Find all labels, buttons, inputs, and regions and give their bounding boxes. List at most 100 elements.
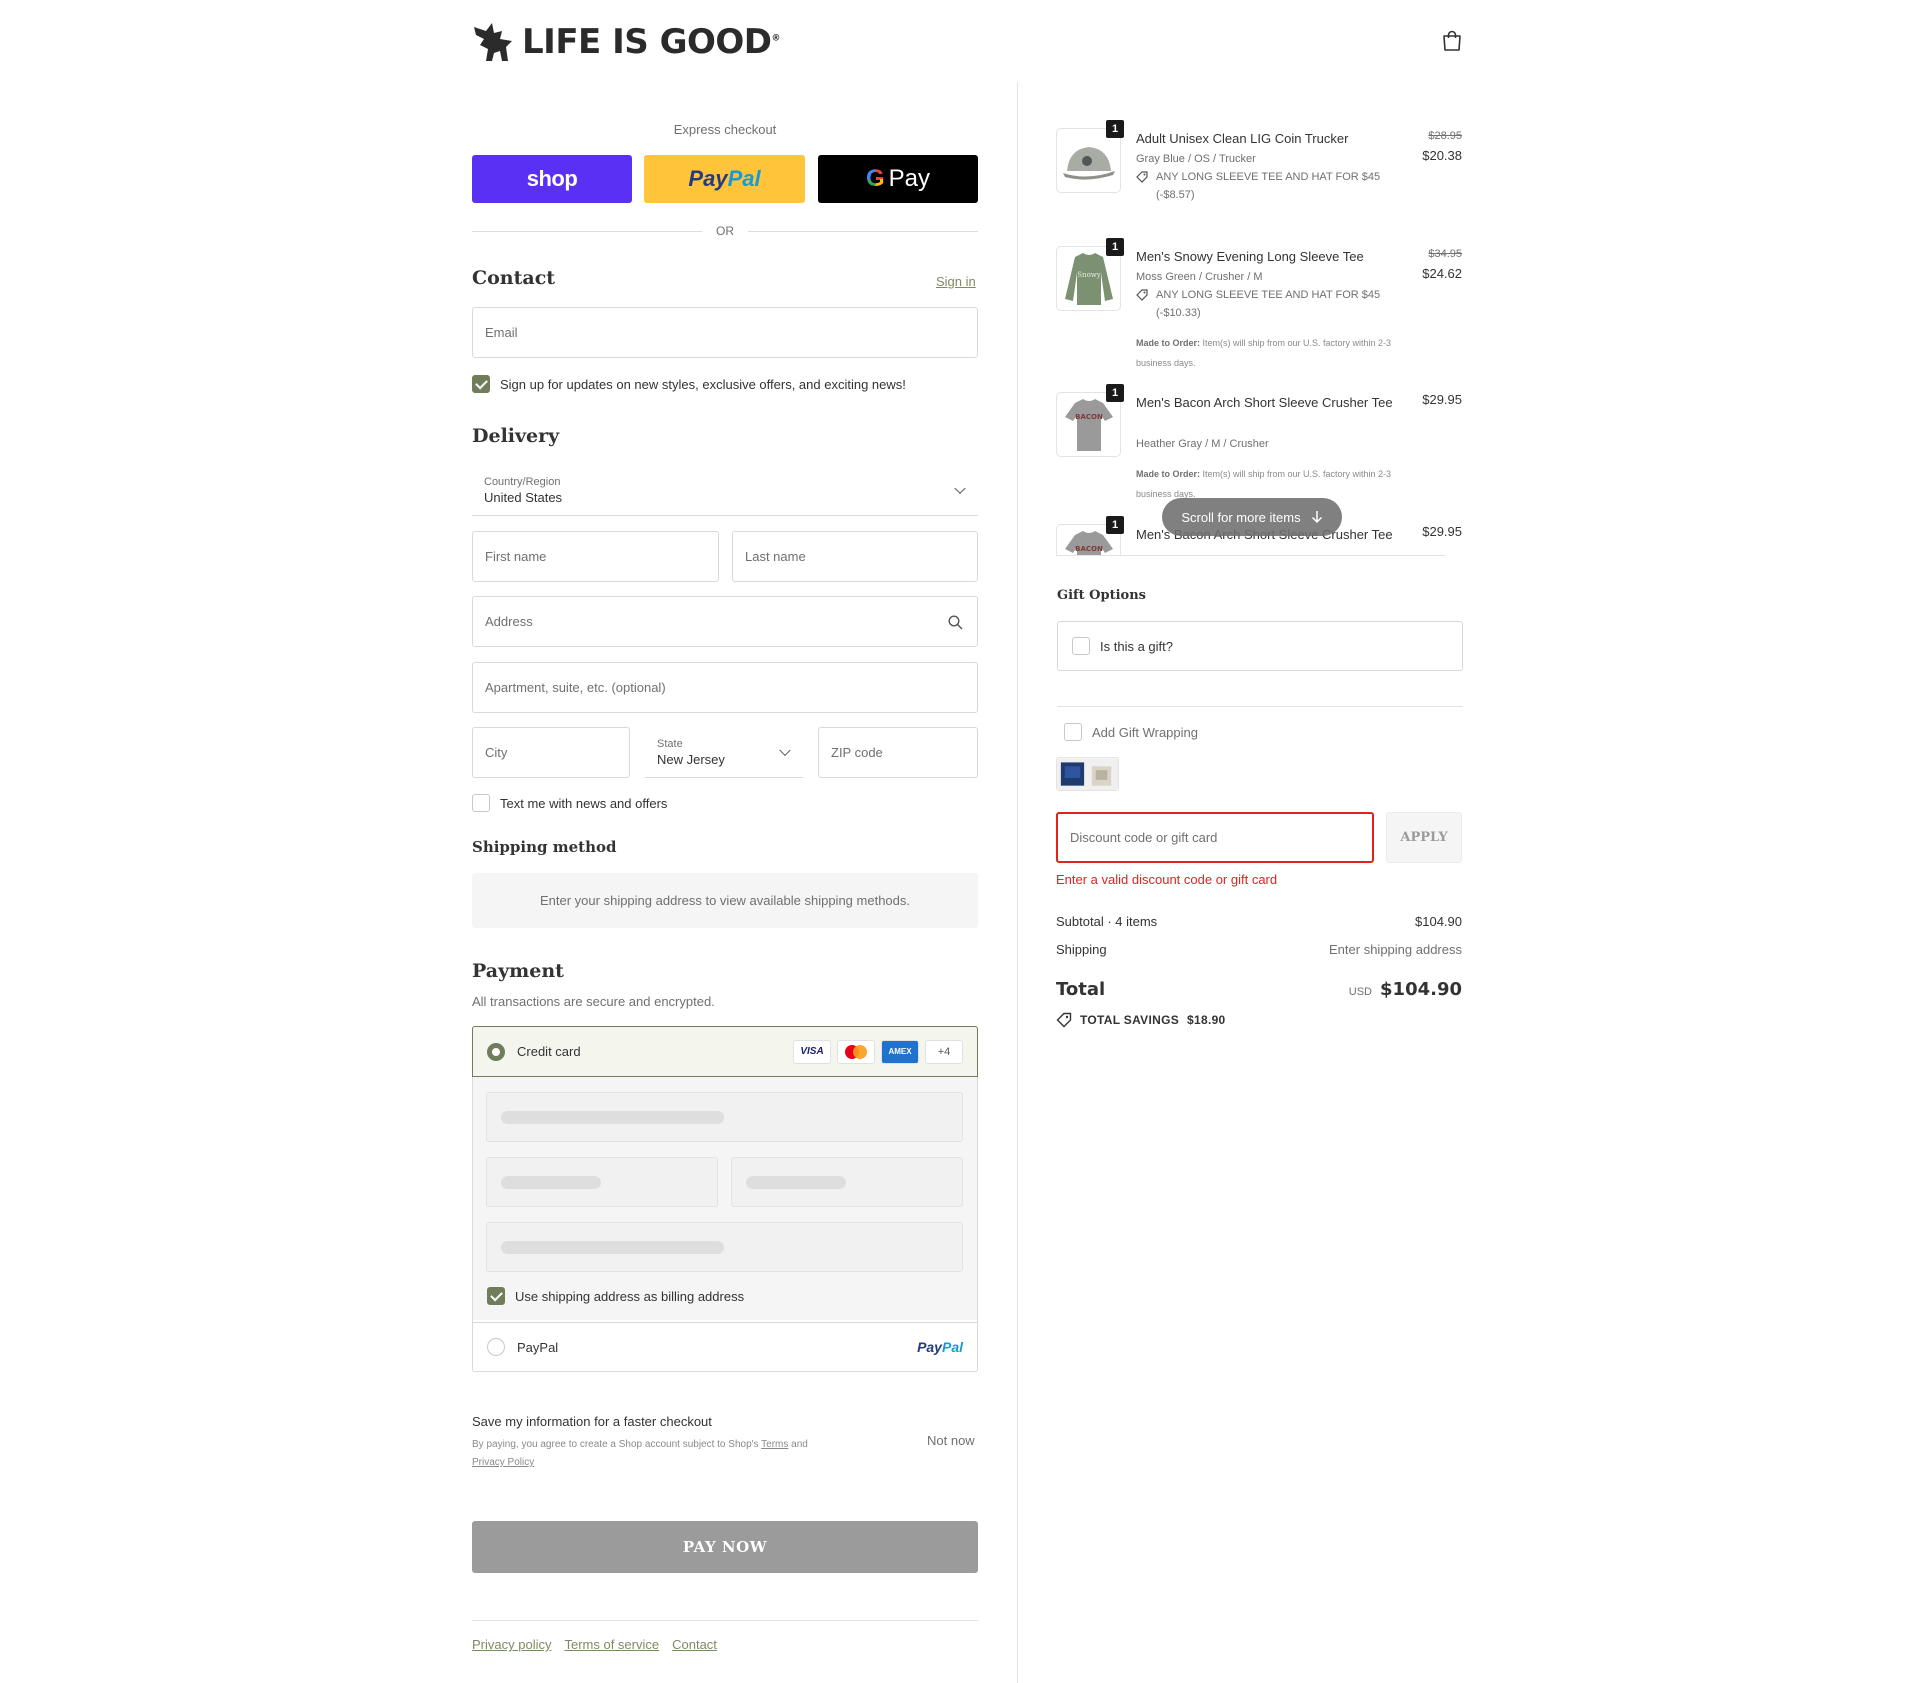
scroll-more-items-button[interactable]: Scroll for more items	[1162, 498, 1342, 536]
order-items-list[interactable]: 1 Adult Unisex Clean LIG Coin Trucker Gr…	[1056, 120, 1462, 555]
terms-of-service-link[interactable]: Terms of service	[564, 1637, 659, 1652]
footer-links: Privacy policy Terms of service Contact	[472, 1637, 717, 1652]
paypal-label: PayPal	[517, 1339, 559, 1355]
paypal-radio[interactable]	[487, 1338, 505, 1356]
arrow-down-icon	[1311, 511, 1322, 524]
state-select[interactable]: State New Jersey	[645, 727, 803, 778]
address-field[interactable]: Address	[472, 596, 978, 647]
pay-now-button[interactable]: PAY NOW	[472, 1521, 978, 1573]
paypal-option[interactable]: PayPal PayPal	[473, 1322, 977, 1371]
made-to-order-note: Made to Order: Item(s) will ship from ou…	[1136, 338, 1392, 368]
item-name: Adult Unisex Clean LIG Coin Trucker	[1136, 131, 1349, 146]
discount-error: Enter a valid discount code or gift card	[1056, 872, 1278, 887]
quantity-badge: 1	[1106, 516, 1124, 534]
sms-option[interactable]: Text me with news and offers	[472, 794, 667, 812]
shop-terms-link[interactable]: Terms	[761, 1439, 788, 1450]
shop-privacy-link[interactable]: Privacy Policy	[472, 1457, 534, 1468]
shipping-row: Shipping Enter shipping address	[1056, 942, 1462, 957]
newsletter-label: Sign up for updates on new styles, exclu…	[500, 376, 906, 392]
credit-card-label: Credit card	[517, 1044, 581, 1059]
credit-card-form: Use shipping address as billing address	[473, 1077, 977, 1320]
shipping-method-title: Shipping method	[472, 838, 617, 856]
item-variant: Moss Green / Crusher / M	[1136, 271, 1263, 283]
city-field[interactable]: City	[472, 727, 630, 778]
sms-checkbox[interactable]	[472, 794, 490, 812]
is-gift-checkbox[interactable]	[1072, 637, 1090, 655]
name-on-card-field[interactable]	[486, 1222, 963, 1272]
billing-same-label: Use shipping address as billing address	[515, 1288, 745, 1304]
google-g-icon: G	[865, 165, 885, 192]
security-code-field[interactable]	[731, 1157, 963, 1207]
dragon-logo-icon	[474, 23, 512, 61]
item-discount: ANY LONG SLEEVE TEE AND HAT FOR $45 (-$1…	[1136, 286, 1401, 322]
not-now-button[interactable]: Not now	[927, 1433, 975, 1448]
more-cards-badge: +4	[925, 1039, 963, 1064]
apartment-field[interactable]: Apartment, suite, etc. (optional)	[472, 662, 978, 713]
express-checkout-label: Express checkout	[673, 122, 777, 137]
item-original-price: $28.95	[1428, 130, 1462, 142]
save-info-terms: By paying, you agree to create a Shop ac…	[472, 1439, 808, 1468]
save-info-title: Save my information for a faster checkou…	[472, 1414, 712, 1429]
item-name: Men's Snowy Evening Long Sleeve Tee	[1136, 249, 1364, 264]
first-name-field[interactable]: First name	[472, 531, 719, 582]
column-divider	[1017, 82, 1018, 1683]
item-variant: Gray Blue / OS / Trucker	[1136, 153, 1256, 165]
amex-icon: AMEX	[881, 1039, 919, 1064]
billing-same-checkbox[interactable]	[487, 1287, 505, 1305]
item-original-price: $34.95	[1428, 248, 1462, 260]
last-name-field[interactable]: Last name	[732, 531, 978, 582]
email-field[interactable]: Email	[472, 307, 978, 358]
gift-wrap-label: Add Gift Wrapping	[1092, 724, 1198, 740]
billing-same-option[interactable]: Use shipping address as billing address	[487, 1287, 744, 1305]
svg-text:Snowy: Snowy	[1077, 271, 1101, 279]
gift-wrap-image	[1056, 757, 1119, 791]
brand-name: LIFE IS GOOD®	[522, 22, 781, 62]
privacy-policy-link[interactable]: Privacy policy	[472, 1637, 551, 1652]
country-select[interactable]: Country/Region United States	[472, 465, 978, 516]
item-name: Men's Bacon Arch Short Sleeve Crusher Te…	[1136, 395, 1393, 410]
is-gift-option[interactable]: Is this a gift?	[1057, 621, 1463, 671]
newsletter-option[interactable]: Sign up for updates on new styles, exclu…	[472, 375, 906, 393]
apply-discount-button[interactable]: APPLY	[1386, 812, 1462, 863]
zip-field[interactable]: ZIP code	[818, 727, 978, 778]
is-gift-label: Is this a gift?	[1100, 638, 1173, 654]
item-discount: ANY LONG SLEEVE TEE AND HAT FOR $45 (-$8…	[1136, 168, 1401, 204]
or-divider: OR	[472, 222, 978, 240]
tag-icon	[1056, 1012, 1072, 1028]
brand-logo[interactable]: LIFE IS GOOD®	[472, 20, 780, 64]
visa-icon: VISA	[793, 1039, 831, 1064]
shopping-bag-icon[interactable]	[1442, 30, 1462, 52]
quantity-badge: 1	[1106, 120, 1124, 138]
item-price: $29.95	[1422, 392, 1462, 407]
card-number-field[interactable]	[486, 1092, 963, 1142]
credit-card-option[interactable]: Credit card VISA AMEX +4	[472, 1026, 978, 1077]
payment-subtitle: All transactions are secure and encrypte…	[472, 994, 715, 1009]
total-row: Total USD $104.90	[1056, 979, 1462, 1000]
tag-icon	[1136, 289, 1148, 301]
newsletter-checkbox[interactable]	[472, 375, 490, 393]
quantity-badge: 1	[1106, 384, 1124, 402]
sign-in-link[interactable]: Sign in	[936, 274, 976, 289]
svg-text:BACON: BACON	[1075, 413, 1103, 421]
item-price: $20.38	[1422, 148, 1462, 163]
payment-title: Payment	[472, 960, 564, 982]
footer-divider	[472, 1620, 978, 1621]
gift-options-title: Gift Options	[1057, 588, 1146, 603]
tag-icon	[1136, 171, 1148, 183]
gift-wrap-checkbox[interactable]	[1064, 723, 1082, 741]
expiry-field[interactable]	[486, 1157, 718, 1207]
item-variant: Heather Gray / M / Crusher	[1136, 438, 1269, 450]
quantity-badge: 1	[1106, 238, 1124, 256]
discount-code-input[interactable]: Discount code or gift card	[1056, 812, 1374, 863]
paypal-button[interactable]: Pay Pal	[644, 155, 805, 203]
shop-pay-button[interactable]: shop	[472, 155, 632, 203]
contact-link[interactable]: Contact	[672, 1637, 717, 1652]
gift-wrap-option[interactable]: Add Gift Wrapping	[1064, 723, 1198, 741]
credit-card-radio[interactable]	[487, 1042, 505, 1061]
delivery-title: Delivery	[472, 425, 560, 447]
chevron-down-icon	[954, 482, 966, 495]
google-pay-button[interactable]: G Pay	[818, 155, 978, 203]
item-price: $29.95	[1422, 524, 1462, 539]
item-price: $24.62	[1422, 266, 1462, 281]
total-savings: TOTAL SAVINGS $18.90	[1056, 1012, 1226, 1028]
